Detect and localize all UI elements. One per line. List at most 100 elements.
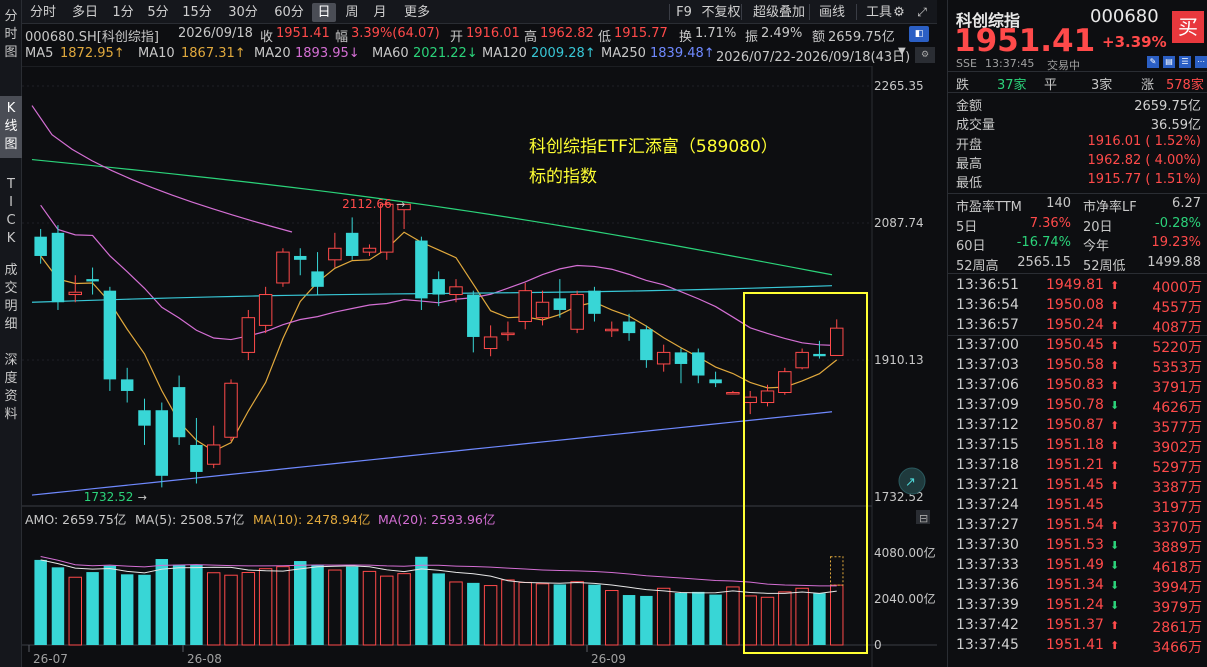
exchange-label: SSE — [956, 57, 977, 70]
candle[interactable] — [311, 252, 324, 295]
period-tab-9[interactable]: 月 — [367, 3, 393, 22]
stat-value: 2659.75亿 — [1134, 99, 1201, 114]
toolbar-separator — [669, 4, 670, 20]
toggle-icon[interactable]: ◧ — [909, 26, 929, 42]
tick-row: 13:37:33 1951.49 ⬇ 4618万 — [948, 556, 1207, 576]
candle[interactable] — [120, 367, 134, 403]
candle[interactable] — [362, 244, 377, 256]
candle[interactable] — [51, 225, 65, 310]
tick-row: 13:36:51 1949.81 ⬆ 4000万 — [948, 276, 1207, 296]
d60-value: -16.74% — [1016, 235, 1071, 250]
tick-volume: 4557万 — [1152, 300, 1202, 316]
candle[interactable] — [830, 319, 844, 356]
d5-value: 7.36% — [1029, 215, 1071, 231]
chart-icon[interactable]: ▤ — [1163, 56, 1175, 68]
candle[interactable] — [86, 267, 99, 295]
pb-label: 市净率LF — [1083, 200, 1137, 215]
tick-time: 13:37:24 — [956, 497, 1019, 513]
ma250-line — [31, 411, 833, 496]
candle[interactable] — [778, 367, 792, 395]
tick-volume: 2861万 — [1152, 620, 1202, 636]
candle[interactable] — [276, 248, 290, 287]
candle[interactable] — [138, 398, 151, 445]
period-tab-5[interactable]: 30分 — [225, 3, 261, 22]
candle[interactable] — [570, 290, 584, 334]
candle[interactable] — [795, 348, 809, 370]
settings-icon[interactable]: ⚙ — [915, 47, 935, 63]
candle[interactable] — [813, 340, 826, 359]
left-tab-4[interactable]: 深度资料 — [0, 348, 22, 428]
volume-bar — [535, 583, 550, 646]
buy-button[interactable]: 买 — [1172, 11, 1204, 43]
candle[interactable] — [432, 271, 445, 307]
candle[interactable] — [656, 344, 671, 372]
tick-time: 13:37:21 — [956, 477, 1019, 493]
toolbar-separator — [809, 4, 810, 20]
left-tab-3[interactable]: 成交明细 — [0, 258, 22, 338]
candle[interactable] — [483, 325, 498, 357]
period-tab-10[interactable]: 更多 — [398, 3, 436, 22]
candle[interactable] — [224, 379, 238, 442]
gear-icon[interactable]: ⚙ — [890, 3, 908, 22]
candle[interactable] — [518, 282, 532, 330]
candle[interactable] — [294, 248, 307, 276]
candle[interactable] — [34, 228, 47, 264]
candle[interactable] — [190, 417, 203, 484]
candle[interactable] — [328, 232, 342, 268]
candle[interactable] — [467, 290, 480, 353]
candle[interactable] — [501, 321, 515, 341]
candle[interactable] — [155, 402, 169, 488]
candle[interactable] — [709, 371, 722, 388]
period-tab-0[interactable]: 分时 — [26, 3, 60, 22]
period-tab-3[interactable]: 5分 — [143, 3, 173, 22]
more-icon[interactable]: ⋯ — [1195, 56, 1207, 68]
candle[interactable] — [726, 390, 740, 395]
ytd-value: 19.23% — [1151, 235, 1201, 250]
candle[interactable] — [743, 390, 757, 415]
candle[interactable] — [68, 275, 82, 303]
period-tab-2[interactable]: 1分 — [109, 3, 137, 22]
toolbar-item-1[interactable]: 不复权 — [698, 3, 744, 22]
candle[interactable] — [535, 290, 550, 326]
projected-volume — [830, 556, 844, 586]
range-dropdown-icon[interactable]: ▼ — [898, 46, 906, 57]
period-tab-8[interactable]: 周 — [340, 3, 364, 22]
toolbar-item-3[interactable]: 画线 — [815, 3, 849, 22]
candle[interactable] — [258, 286, 273, 334]
period-tab-7[interactable]: 日 — [312, 3, 336, 22]
candle[interactable] — [674, 348, 688, 384]
candle[interactable] — [622, 313, 636, 341]
candle[interactable] — [692, 348, 705, 384]
ma120-value: 2009.28↑ — [531, 46, 596, 61]
candle[interactable] — [241, 309, 256, 361]
left-tab-1[interactable]: K线图 — [0, 96, 22, 158]
toolbar-item-2[interactable]: 超级叠加 — [748, 3, 810, 22]
candle[interactable] — [640, 325, 653, 368]
date-range[interactable]: 2026/07/22-2026/09/18(43日) — [716, 46, 910, 65]
candle[interactable] — [415, 236, 428, 310]
kline-chart[interactable]: AMO: 2659.75亿 MA(5): 2508.57亿 MA(10): 2478… — [22, 66, 937, 667]
annotation-line2: 标的指数 — [529, 167, 597, 187]
period-tab-4[interactable]: 15分 — [179, 3, 215, 22]
candle[interactable] — [588, 286, 601, 322]
candle[interactable] — [172, 375, 186, 445]
candle[interactable] — [206, 425, 221, 469]
date-axis-label: 26-09 — [591, 652, 626, 666]
candle[interactable] — [345, 217, 359, 260]
ma10-label: MA10 — [138, 46, 175, 61]
tick-time: 13:37:39 — [956, 597, 1019, 613]
candle[interactable] — [103, 286, 117, 391]
stat-value: 1915.77 ( 1.51%) — [1087, 172, 1201, 188]
left-tab-0[interactable]: 分时图 — [0, 4, 22, 66]
edit-icon[interactable]: ✎ — [1147, 56, 1159, 68]
down-arrow-icon: ⬇ — [1110, 579, 1120, 592]
expand-icon[interactable]: ⤢ — [913, 3, 931, 22]
period-tab-1[interactable]: 多日 — [67, 3, 103, 22]
left-tab-2[interactable]: TICK — [0, 172, 22, 252]
ma5-value: 1872.95↑ — [60, 46, 125, 61]
candle[interactable] — [605, 321, 619, 337]
tick-row: 13:37:27 1951.54 ⬆ 3370万 — [948, 516, 1207, 536]
period-tab-6[interactable]: 60分 — [271, 3, 307, 22]
toolbar-item-0[interactable]: F9 — [674, 3, 694, 22]
list-icon[interactable]: ☰ — [1179, 56, 1191, 68]
